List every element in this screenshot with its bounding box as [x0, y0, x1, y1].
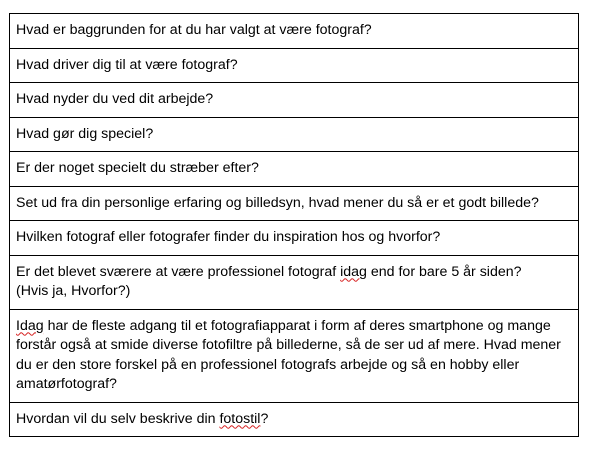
- table-row: Hvad gør dig speciel?: [9, 116, 579, 152]
- question-text: har de fleste adgang til et fotografiapp…: [16, 317, 561, 393]
- question-text: Er det blevet sværere at være profession…: [16, 263, 341, 280]
- question-text: Hvordan vil du selv beskrive din: [16, 410, 220, 427]
- question-cell: Hvad driver dig til at være fotograf?: [9, 47, 579, 83]
- table-row: Hvordan vil du selv beskrive din fotosti…: [9, 401, 579, 437]
- question-cell: Hvad er baggrunden for at du har valgt a…: [9, 13, 579, 49]
- spellcheck-flagged-word[interactable]: Idag: [16, 318, 44, 334]
- table-row: Hvad er baggrunden for at du har valgt a…: [9, 13, 579, 49]
- table-row: Hvilken fotograf eller fotografer finder…: [9, 220, 579, 256]
- table-row: Set ud fra din personlige erfaring og bi…: [9, 185, 579, 221]
- question-cell: Hvad gør dig speciel?: [9, 116, 579, 152]
- spellcheck-flagged-word[interactable]: idag: [340, 264, 367, 280]
- table-row: Hvad driver dig til at være fotograf?: [9, 47, 579, 83]
- table-row: Er der noget specielt du stræber efter?: [9, 151, 579, 187]
- question-cell: Idag har de fleste adgang til et fotogra…: [9, 308, 579, 403]
- question-cell: Er der noget specielt du stræber efter?: [9, 151, 579, 187]
- question-cell: Er det blevet sværere at være profession…: [9, 254, 579, 310]
- table-row: Er det blevet sværere at være profession…: [9, 254, 579, 310]
- question-cell: Hvad nyder du ved dit arbejde?: [9, 82, 579, 118]
- question-text: ?: [260, 410, 269, 427]
- table-row: Hvad nyder du ved dit arbejde?: [9, 82, 579, 118]
- table-row: Idag har de fleste adgang til et fotogra…: [9, 308, 579, 403]
- question-cell: Hvordan vil du selv beskrive din fotosti…: [9, 401, 579, 437]
- question-table: Hvad er baggrunden for at du har valgt a…: [9, 13, 579, 437]
- question-cell: Set ud fra din personlige erfaring og bi…: [9, 185, 579, 221]
- document-page: Hvad er baggrunden for at du har valgt a…: [0, 0, 590, 451]
- question-cell: Hvilken fotograf eller fotografer finder…: [9, 220, 579, 256]
- spellcheck-flagged-word[interactable]: fotostil: [219, 411, 260, 427]
